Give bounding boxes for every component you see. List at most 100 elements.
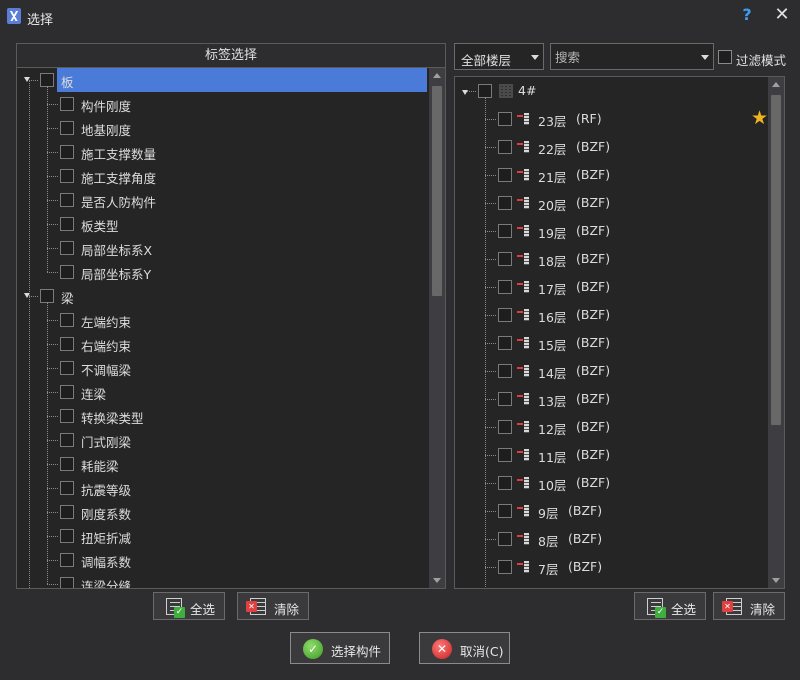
help-button[interactable]: ? [740,4,754,26]
floor-item[interactable]: 11层 (BZF) [455,441,767,469]
tree-checkbox[interactable] [498,504,512,518]
floor-item[interactable]: 18层 (BZF) [455,245,767,273]
scroll-down-arrow-icon[interactable] [772,578,780,583]
floor-item[interactable]: 9层 (BZF) [455,497,767,525]
tree-item[interactable]: 是否人防构件 [17,188,427,212]
tree-checkbox[interactable] [60,313,74,327]
tree-item[interactable]: 门式刚梁 [17,428,427,452]
tree-checkbox[interactable] [40,73,54,87]
scroll-thumb[interactable] [771,95,781,425]
tree-checkbox[interactable] [60,577,74,588]
tree-checkbox[interactable] [498,196,512,210]
tree-checkbox[interactable] [60,121,74,135]
floor-tree-scrollbar[interactable] [768,77,784,588]
tree-checkbox[interactable] [498,280,512,294]
floor-item[interactable]: 7层 (BZF) [455,553,767,581]
floor-item[interactable]: 23层 (RF) ★ [455,105,768,133]
tree-checkbox[interactable] [60,241,74,255]
floor-item[interactable]: 17层 (BZF) [455,273,767,301]
tree-group[interactable]: 梁 [17,284,427,308]
tree-checkbox[interactable] [498,140,512,154]
tree-checkbox[interactable] [498,168,512,182]
tree-checkbox[interactable] [498,252,512,266]
tree-item[interactable]: 右端约束 [17,332,427,356]
tree-checkbox[interactable] [60,337,74,351]
tree-checkbox[interactable] [60,265,74,279]
right-select-all-button[interactable]: 全选 [634,592,706,620]
tree-checkbox[interactable] [60,169,74,183]
tree-checkbox[interactable] [498,392,512,406]
tree-item[interactable]: 局部坐标系Y [17,260,427,284]
floor-item[interactable]: 16层 (BZF) [455,301,767,329]
tree-item[interactable]: 扭矩折减 [17,524,427,548]
tree-item[interactable]: 调幅系数 [17,548,427,572]
tree-checkbox[interactable] [60,409,74,423]
tree-checkbox[interactable] [60,433,74,447]
tree-checkbox[interactable] [498,364,512,378]
floor-filter-dropdown[interactable]: 全部楼层 [454,43,544,70]
select-components-button[interactable]: ✓ 选择构件 [290,632,390,664]
tree-checkbox[interactable] [498,112,512,126]
tree-item[interactable]: 耗能梁 [17,452,427,476]
scroll-down-arrow-icon[interactable] [433,578,441,583]
floor-item[interactable]: 15层 (BZF) [455,329,767,357]
tree-item[interactable]: 板类型 [17,212,427,236]
tree-checkbox[interactable] [60,193,74,207]
tree-checkbox[interactable] [40,289,54,303]
tree-checkbox[interactable] [498,224,512,238]
tree-checkbox[interactable] [498,308,512,322]
floor-item[interactable]: 22层 (BZF) [455,133,767,161]
scroll-up-arrow-icon[interactable] [772,82,780,87]
scroll-up-arrow-icon[interactable] [433,73,441,78]
floor-item[interactable]: 20层 (BZF) [455,189,767,217]
floor-item[interactable]: 10层 (BZF) [455,469,767,497]
floor-item[interactable]: 8层 (BZF) [455,525,767,553]
tree-checkbox[interactable] [498,448,512,462]
tree-item[interactable]: 连梁 [17,380,427,404]
tree-checkbox[interactable] [60,481,74,495]
tree-item[interactable]: 地基刚度 [17,116,427,140]
tree-checkbox[interactable] [60,457,74,471]
tree-item[interactable]: 刚度系数 [17,500,427,524]
tree-item[interactable]: 施工支撑数量 [17,140,427,164]
tree-checkbox[interactable] [60,97,74,111]
floor-item[interactable]: 13层 (BZF) [455,385,767,413]
tree-checkbox[interactable] [60,361,74,375]
left-select-all-button[interactable]: 全选 [153,592,225,620]
tree-checkbox[interactable] [498,560,512,574]
tree-checkbox[interactable] [478,84,492,98]
floor-item[interactable]: 14层 (BZF) [455,357,767,385]
tree-item[interactable]: 转换梁类型 [17,404,427,428]
tree-checkbox[interactable] [498,420,512,434]
tree-checkbox[interactable] [60,505,74,519]
filter-mode-checkbox[interactable] [718,50,732,64]
star-icon[interactable]: ★ [751,108,768,128]
floor-item[interactable]: 12层 (BZF) [455,413,767,441]
search-input[interactable] [555,48,695,66]
cancel-button[interactable]: ✕ 取消(C) [419,632,510,664]
tree-item[interactable]: 连梁分缝 [17,572,427,588]
tree-checkbox[interactable] [498,336,512,350]
scroll-thumb[interactable] [432,86,442,296]
left-clear-button[interactable]: 清除 [237,592,309,620]
tree-checkbox[interactable] [60,217,74,231]
search-combobox[interactable] [550,43,714,70]
tree-checkbox[interactable] [60,553,74,567]
floor-item[interactable]: 19层 (BZF) [455,217,767,245]
close-button[interactable]: ✕ [772,4,792,26]
chevron-down-icon[interactable] [701,55,709,60]
tree-checkbox[interactable] [60,385,74,399]
tree-group[interactable]: 板 [17,68,427,92]
building-node[interactable]: 4# [455,77,767,105]
floor-item[interactable]: 21层 (BZF) [455,161,767,189]
tree-item[interactable]: 施工支撑角度 [17,164,427,188]
tree-checkbox[interactable] [498,532,512,546]
tree-checkbox[interactable] [60,529,74,543]
tree-checkbox[interactable] [498,476,512,490]
tree-item[interactable]: 构件刚度 [17,92,427,116]
tree-checkbox[interactable] [60,145,74,159]
right-clear-button[interactable]: 清除 [713,592,785,620]
tag-tree-scrollbar[interactable] [429,68,445,588]
tree-item[interactable]: 左端约束 [17,308,427,332]
tree-item[interactable]: 局部坐标系X [17,236,427,260]
